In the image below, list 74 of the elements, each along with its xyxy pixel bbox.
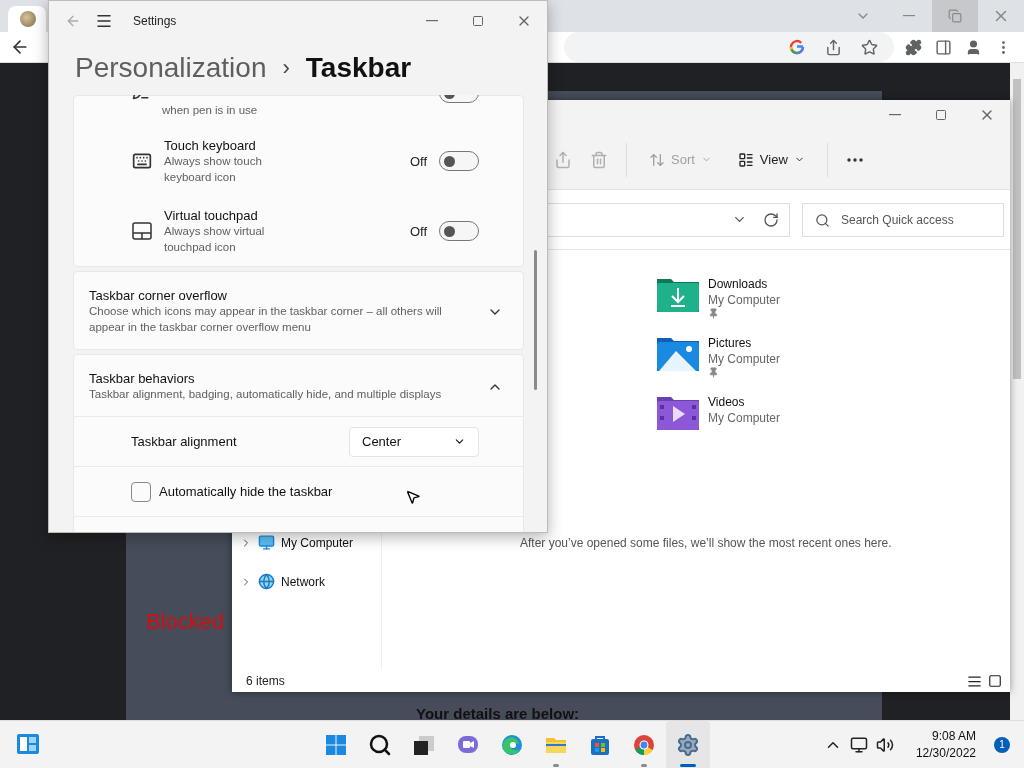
address-bar[interactable] — [564, 32, 894, 62]
refresh-icon[interactable] — [763, 211, 779, 228]
notification-badge[interactable]: 1 — [994, 736, 1010, 753]
browser-icon[interactable] — [500, 733, 524, 757]
widgets-icon[interactable] — [16, 733, 40, 755]
downloads-folder-icon[interactable] — [656, 276, 700, 314]
setting-description: Taskbar alignment, badging, automatically hide, and multiple displays — [89, 387, 443, 402]
chrome-icon[interactable] — [632, 733, 656, 757]
minimize-icon — [426, 20, 438, 22]
network-icon[interactable] — [849, 735, 868, 754]
folder-location: My Computer — [708, 410, 781, 426]
minimize-icon — [889, 114, 901, 116]
folder-name[interactable]: Pictures — [708, 335, 781, 351]
search-icon — [815, 212, 830, 228]
setting-label: Taskbar alignment — [131, 434, 238, 449]
empty-recent-message: After you’ve opened some files, we’ll show the most recent ones here. — [520, 536, 893, 550]
browser-tab[interactable] — [8, 6, 46, 32]
details-heading: Your details are below: — [416, 705, 581, 720]
blocked-text: Blocked — [146, 609, 226, 635]
touchpad-icon — [132, 222, 152, 240]
volume-icon[interactable] — [875, 735, 894, 754]
store-icon[interactable] — [588, 733, 612, 757]
restore-icon — [948, 9, 962, 23]
checkbox-label[interactable]: Automatically hide the taskbar — [159, 484, 333, 499]
breadcrumb-separator: › — [282, 55, 290, 81]
folder-name[interactable]: Downloads — [708, 276, 781, 292]
pictures-folder-icon[interactable] — [656, 335, 700, 373]
minimize-icon — [903, 15, 915, 17]
page-title: Taskbar — [305, 52, 412, 84]
ellipsis-icon — [846, 157, 863, 162]
details-view-icon[interactable] — [967, 673, 982, 689]
maximize-icon — [935, 109, 947, 121]
mouse-pointer-icon — [405, 489, 421, 505]
keyboard-icon — [132, 151, 152, 171]
setting-title[interactable]: Taskbar behaviors — [89, 371, 467, 386]
folder-location: My Computer — [708, 292, 781, 308]
list-view-icon — [737, 151, 754, 168]
settings-icon[interactable] — [676, 733, 700, 757]
maximize-icon — [472, 15, 484, 27]
setting-description: Always show virtual touchpad icon — [164, 223, 266, 255]
toggle-state: Off — [409, 153, 427, 169]
tiles-view-icon[interactable] — [988, 673, 1002, 688]
toggle-switch[interactable] — [439, 221, 479, 241]
setting-description: Always show touch keyboard icon — [164, 153, 263, 185]
search-field[interactable]: Search Quick access — [802, 202, 1004, 237]
setting-title: Touch keyboard — [164, 137, 257, 153]
folder-location: My Computer — [708, 351, 781, 367]
menu-icon[interactable] — [95, 12, 113, 30]
window-title: Settings — [133, 14, 177, 28]
network-icon — [258, 573, 275, 590]
scrollbar-thumb[interactable] — [534, 250, 537, 390]
setting-description: Choose which icons may appear in the taskbar corner – all others will appear in the taskbar corner overflow menu — [89, 304, 443, 335]
toggle-state: Off — [409, 223, 427, 239]
nav-tree-item[interactable]: My Computer — [240, 534, 381, 551]
folder-name[interactable]: Videos — [708, 394, 781, 410]
favicon-icon — [20, 11, 36, 27]
breadcrumb-link[interactable]: Personalization — [75, 52, 267, 84]
setting-description: when pen is in use — [162, 103, 259, 118]
sort-icon — [649, 151, 665, 168]
start-icon[interactable] — [324, 733, 348, 757]
toggle-switch[interactable] — [439, 151, 479, 171]
setting-title[interactable]: Taskbar corner overflow — [89, 288, 467, 303]
clock[interactable]: 9:08 AM 12/30/2022 — [915, 727, 976, 762]
search-icon[interactable] — [368, 733, 392, 757]
alignment-dropdown[interactable]: Center — [349, 426, 479, 457]
view-button[interactable]: View — [729, 147, 813, 172]
task-view-icon[interactable] — [412, 733, 436, 757]
computer-icon — [258, 534, 275, 551]
item-count: 6 items — [246, 674, 285, 688]
setting-title: Virtual touchpad — [164, 207, 259, 223]
videos-folder-icon[interactable] — [656, 394, 700, 432]
nav-tree-item[interactable]: Network — [240, 573, 381, 590]
checkbox[interactable] — [131, 481, 151, 502]
scrollbar[interactable] — [1010, 63, 1024, 720]
